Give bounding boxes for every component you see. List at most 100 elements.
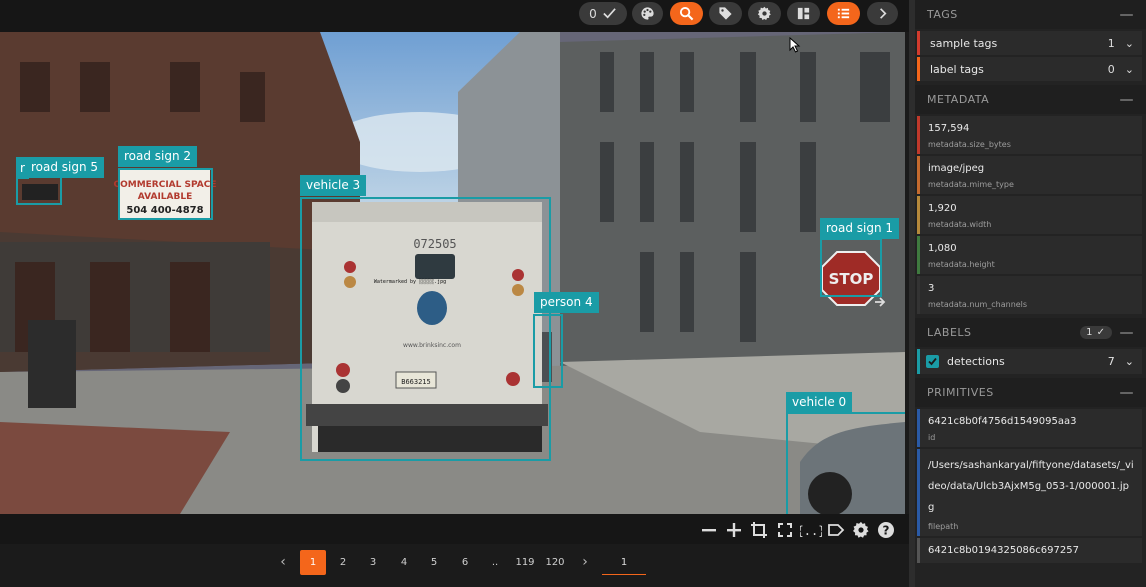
tag-button[interactable]: [709, 2, 742, 25]
field-key: metadata.num_channels: [928, 300, 1028, 309]
field-value: 6421c8b0f4756d1549095aa3: [928, 416, 1077, 427]
list-button[interactable]: [827, 2, 860, 25]
page-ellipsis: ..: [491, 557, 499, 568]
page-button-6[interactable]: 6: [452, 550, 478, 575]
zoom-out-icon[interactable]: [700, 521, 718, 539]
tag-row-label: label tags: [930, 62, 984, 76]
page-button-3[interactable]: 3: [360, 550, 386, 575]
viewer-controls: {..} ?: [0, 514, 909, 544]
detection-box-vehicle-0[interactable]: [786, 412, 905, 514]
checkbox-checked-icon[interactable]: [926, 355, 939, 368]
labels-section-header[interactable]: LABELS 1 ✓ —: [915, 318, 1146, 347]
label-row-count: 7: [1107, 355, 1115, 368]
field-key: metadata.size_bytes: [928, 140, 1011, 149]
collapse-icon[interactable]: —: [1120, 385, 1135, 401]
palette-icon: [641, 7, 654, 20]
search-icon: [679, 6, 694, 21]
tag-row-count: 0: [1107, 62, 1115, 76]
search-button[interactable]: [670, 2, 703, 25]
detection-box-vehicle-3[interactable]: [300, 197, 551, 461]
primitives-section-title: PRIMITIVES: [927, 386, 994, 399]
field-value: 6421c8b0194325086c697257: [928, 545, 1079, 556]
detection-label-road-sign-5[interactable]: road sign 5: [25, 157, 105, 178]
tag-icon: [719, 7, 732, 20]
page-number-input[interactable]: 1: [602, 550, 646, 575]
tag-row-sample-tags[interactable]: sample tags 1 ⌄: [917, 31, 1142, 55]
field-value: 3: [928, 283, 935, 294]
page-button-120[interactable]: 120: [542, 550, 568, 575]
list-icon: [837, 8, 850, 19]
pagination: ‹ 1 2 3 4 5 6 .. 119 120 › 1: [0, 544, 909, 587]
field-key: metadata.height: [928, 260, 995, 269]
field-key: id: [928, 433, 936, 442]
svg-text:?: ?: [883, 524, 890, 538]
top-toolbar: 0: [0, 0, 909, 32]
detection-box-road-sign-2[interactable]: [118, 168, 213, 220]
metadata-row-mime: image/jpeg metadata.mime_type: [917, 156, 1142, 194]
selected-count: 0: [589, 6, 597, 21]
image-viewer[interactable]: COMMERCIAL SPACE AVAILABLE 504 400-4878 …: [0, 32, 905, 514]
layout-button[interactable]: [787, 2, 820, 25]
metadata-row-width: 1,920 metadata.width: [917, 196, 1142, 234]
detection-box-road-sign-1[interactable]: [820, 238, 882, 297]
field-value: 1,080: [928, 243, 957, 254]
collapse-icon[interactable]: —: [1120, 7, 1135, 23]
detection-label-vehicle-3[interactable]: vehicle 3: [300, 175, 367, 196]
page-button-5[interactable]: 5: [421, 550, 447, 575]
collapse-icon[interactable]: —: [1120, 92, 1135, 108]
gear-icon: [757, 6, 771, 20]
gear-icon[interactable]: [852, 521, 870, 539]
chevron-down-icon[interactable]: ⌄: [1125, 37, 1134, 50]
json-icon[interactable]: {..}: [797, 521, 826, 539]
field-key: metadata.mime_type: [928, 180, 1014, 189]
next-button[interactable]: [867, 2, 898, 25]
labels-section-title: LABELS: [927, 326, 972, 339]
primitive-row-filepath: /Users/sashankaryal/fiftyone/datasets/_v…: [917, 449, 1142, 536]
help-icon[interactable]: ?: [877, 521, 895, 539]
prev-page-button[interactable]: ‹: [270, 550, 296, 575]
detection-label-person-4[interactable]: person 4: [534, 292, 599, 313]
detection-label-vehicle-0[interactable]: vehicle 0: [786, 392, 853, 413]
field-value: image/jpeg: [928, 163, 985, 174]
detection-box-person-4[interactable]: [533, 314, 563, 388]
detection-label-road-sign-2[interactable]: road sign 2: [118, 146, 198, 167]
label-row-detections[interactable]: detections 7 ⌄: [917, 349, 1142, 374]
chevron-down-icon[interactable]: ⌄: [1125, 355, 1134, 368]
chevron-down-icon[interactable]: ⌄: [1125, 63, 1134, 76]
page-button-119[interactable]: 119: [512, 550, 538, 575]
field-key: filepath: [928, 522, 959, 531]
color-palette-button[interactable]: [632, 2, 663, 25]
metadata-row-size: 157,594 metadata.size_bytes: [917, 116, 1142, 154]
crop-icon[interactable]: [750, 521, 768, 539]
primitives-section-header[interactable]: PRIMITIVES —: [915, 378, 1146, 407]
tags-section-header[interactable]: TAGS —: [915, 0, 1146, 29]
primitive-row-extra: 6421c8b0194325086c697257: [917, 538, 1142, 563]
field-value: 1,920: [928, 203, 957, 214]
metadata-row-height: 1,080 metadata.height: [917, 236, 1142, 274]
collapse-icon[interactable]: —: [1120, 325, 1135, 341]
tag-row-count: 1: [1107, 36, 1115, 50]
labels-visible-badge[interactable]: 1 ✓: [1080, 326, 1112, 339]
zoom-in-icon[interactable]: [725, 521, 743, 539]
primitive-row-id: 6421c8b0f4756d1549095aa3 id: [917, 409, 1142, 447]
field-value: 157,594: [928, 123, 970, 134]
detection-label-road-sign-1[interactable]: road sign 1: [820, 218, 900, 239]
field-value: /Users/sashankaryal/fiftyone/datasets/_v…: [928, 460, 1134, 513]
next-page-button[interactable]: ›: [572, 550, 598, 575]
label-icon[interactable]: [827, 521, 845, 539]
selected-count-button[interactable]: 0: [579, 2, 627, 25]
tag-row-label: sample tags: [930, 36, 998, 50]
svg-text:{..}: {..}: [800, 524, 822, 538]
next-sample-arrow-icon[interactable]: [873, 295, 887, 309]
settings-button[interactable]: [748, 2, 781, 25]
tag-row-label-tags[interactable]: label tags 0 ⌄: [917, 57, 1142, 81]
check-icon: [603, 8, 616, 19]
page-button-1[interactable]: 1: [300, 550, 326, 575]
fullscreen-icon[interactable]: [776, 521, 794, 539]
page-button-2[interactable]: 2: [330, 550, 356, 575]
metadata-section-header[interactable]: METADATA —: [915, 85, 1146, 114]
page-button-4[interactable]: 4: [391, 550, 417, 575]
metadata-section-title: METADATA: [927, 93, 990, 106]
sidebar: TAGS — sample tags 1 ⌄ label tags 0 ⌄ META…: [909, 0, 1146, 587]
tags-section-title: TAGS: [927, 8, 958, 21]
